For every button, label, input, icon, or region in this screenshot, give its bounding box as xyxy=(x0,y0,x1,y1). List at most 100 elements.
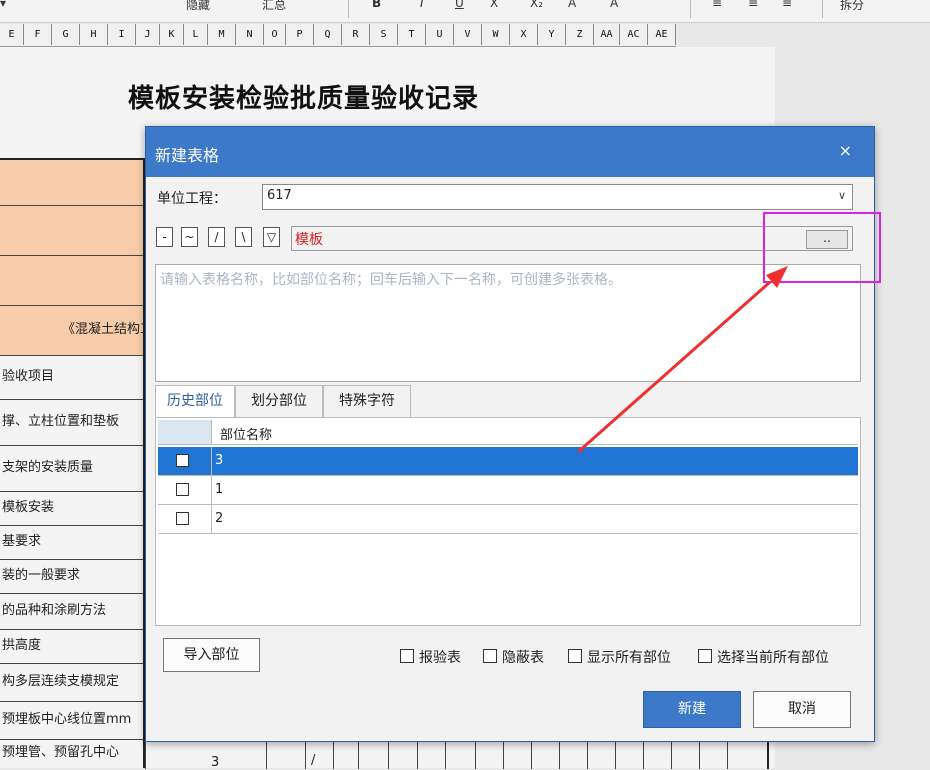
row-cell: 预埋板中心线位置mm xyxy=(0,702,143,740)
create-button[interactable]: 新建 xyxy=(643,691,741,728)
header-cell xyxy=(0,158,143,206)
table-row[interactable]: 3 xyxy=(158,447,858,476)
unit-project-value: 617 xyxy=(267,188,292,203)
align-right-icon[interactable]: ≡ xyxy=(782,0,792,10)
option-select-all-current[interactable]: 选择当前所有部位 xyxy=(698,647,829,667)
column-header-ac[interactable]: AC xyxy=(620,24,648,45)
split-button[interactable]: 拆分 xyxy=(840,0,864,13)
bottom-value: / xyxy=(311,753,316,768)
column-header-n[interactable]: N xyxy=(236,24,264,45)
column-header-r[interactable]: R xyxy=(342,24,370,45)
column-header-row: E F G H I J K L M N O P Q R S T U V W X Y Z AA AC AE xyxy=(0,24,676,47)
checkbox-icon[interactable] xyxy=(568,649,582,663)
part-name: 1 xyxy=(215,482,224,497)
column-header-q[interactable]: Q xyxy=(314,24,342,45)
column-header-e[interactable]: E xyxy=(0,24,24,45)
strike-button[interactable]: X xyxy=(490,0,498,10)
spec-cell: 《混凝土结构工 xyxy=(0,306,143,356)
sheet-title: 模板安装检验批质量验收记录 xyxy=(128,84,480,114)
part-name: 2 xyxy=(215,511,224,526)
align-left-icon[interactable]: ≡ xyxy=(712,0,722,10)
symbol-slash-button[interactable]: / xyxy=(208,227,225,247)
symbol-triangle-button[interactable]: ▽ xyxy=(263,227,280,247)
select-all-header[interactable] xyxy=(158,420,212,444)
row-cell: 预埋管、预留孔中心 xyxy=(2,745,120,760)
table-row[interactable]: 2 xyxy=(158,505,858,534)
column-header-y[interactable]: Y xyxy=(538,24,566,45)
hide-button[interactable]: 隐藏 xyxy=(186,0,210,13)
import-parts-button[interactable]: 导入部位 xyxy=(163,638,260,672)
table-name-input[interactable]: 请输入表格名称，比如部位名称；回车后输入下一名称，可创建多张表格。 xyxy=(155,264,861,382)
checkbox-icon[interactable] xyxy=(400,649,414,663)
bottom-grid: 3 / xyxy=(145,740,770,770)
font-color-button[interactable]: A xyxy=(568,0,576,10)
option-inspection-form[interactable]: 报验表 xyxy=(400,647,461,667)
tab-history-parts[interactable]: 历史部位 xyxy=(155,385,235,417)
table-name-placeholder: 请输入表格名称，比如部位名称；回车后输入下一名称，可创建多张表格。 xyxy=(160,272,622,288)
dialog-title-bar[interactable]: 新建表格 × xyxy=(146,127,874,177)
checkbox-icon[interactable] xyxy=(698,649,712,663)
table-row[interactable]: 1 xyxy=(158,476,858,505)
symbol-backslash-button[interactable]: \ xyxy=(235,227,252,247)
column-header-l[interactable]: L xyxy=(184,24,208,45)
row-cell: 装的一般要求 xyxy=(0,560,143,594)
column-header-o[interactable]: O xyxy=(264,24,286,45)
column-header-t[interactable]: T xyxy=(398,24,426,45)
table-header: 部位名称 xyxy=(158,420,858,445)
option-concealed-form[interactable]: 隐蔽表 xyxy=(483,647,544,667)
align-center-icon[interactable]: ≡ xyxy=(748,0,758,10)
header-cell xyxy=(0,206,143,256)
annotation-highlight-box xyxy=(763,212,881,283)
underline-button[interactable]: U xyxy=(455,0,464,10)
template-value: 模板 xyxy=(295,232,323,248)
row-cell: 基要求 xyxy=(0,526,143,560)
toolbar-dropdown-label[interactable]: ▾ xyxy=(0,0,6,10)
highlight-button[interactable]: A xyxy=(610,0,618,10)
checkbox-icon[interactable] xyxy=(483,649,497,663)
row-checkbox[interactable] xyxy=(176,483,189,496)
header-cell xyxy=(0,256,143,306)
column-header-j[interactable]: J xyxy=(136,24,160,45)
column-header-v[interactable]: V xyxy=(454,24,482,45)
close-icon[interactable]: × xyxy=(839,141,852,160)
row-cell: 撑、立柱位置和垫板 xyxy=(0,400,143,446)
chevron-down-icon[interactable]: ∨ xyxy=(838,189,846,202)
italic-button[interactable]: I xyxy=(420,0,424,10)
column-header-x[interactable]: X xyxy=(510,24,538,45)
cancel-button[interactable]: 取消 xyxy=(753,691,851,728)
option-show-all-parts[interactable]: 显示所有部位 xyxy=(568,647,671,667)
column-header-m[interactable]: M xyxy=(208,24,236,45)
column-header-aa[interactable]: AA xyxy=(594,24,620,45)
tab-special-chars[interactable]: 特殊字符 xyxy=(323,385,411,417)
symbol-dash-button[interactable]: - xyxy=(156,227,173,247)
column-header-g[interactable]: G xyxy=(52,24,80,45)
summary-button[interactable]: 汇总 xyxy=(262,0,286,13)
row-cell: 验收项目 xyxy=(0,356,143,400)
column-header-i[interactable]: I xyxy=(108,24,136,45)
toolbar: ▾ 隐藏 汇总 B I U X X₂ A A ≡ ≡ ≡ 拆分 xyxy=(0,0,930,23)
row-cell: 拱高度 xyxy=(0,630,143,664)
parts-table: 部位名称 3 1 2 xyxy=(155,417,861,626)
tab-divide-parts[interactable]: 划分部位 xyxy=(235,385,323,417)
symbol-tilde-button[interactable]: ~ xyxy=(181,227,198,247)
row-cell: 支架的安装质量 xyxy=(0,446,143,492)
row-checkbox[interactable] xyxy=(176,512,189,525)
column-header-p[interactable]: P xyxy=(286,24,314,45)
column-header-k[interactable]: K xyxy=(160,24,184,45)
column-header-ae[interactable]: AE xyxy=(648,24,676,45)
row-cell: 模板安装 xyxy=(0,492,143,526)
subscript-button[interactable]: X₂ xyxy=(530,0,543,10)
unit-label: 单位工程： xyxy=(157,191,227,207)
column-header-f[interactable]: F xyxy=(24,24,52,45)
unit-project-select[interactable]: 617 ∨ xyxy=(262,184,853,210)
column-header-h[interactable]: H xyxy=(80,24,108,45)
part-name: 3 xyxy=(215,453,224,468)
column-header-s[interactable]: S xyxy=(370,24,398,45)
bold-button[interactable]: B xyxy=(372,0,381,10)
row-cell: 的品种和涂刷方法 xyxy=(0,594,143,630)
row-checkbox[interactable] xyxy=(176,454,189,467)
column-header-w[interactable]: W xyxy=(482,24,510,45)
column-header-z[interactable]: Z xyxy=(566,24,594,45)
column-header-u[interactable]: U xyxy=(426,24,454,45)
dialog-title: 新建表格 xyxy=(155,146,220,165)
